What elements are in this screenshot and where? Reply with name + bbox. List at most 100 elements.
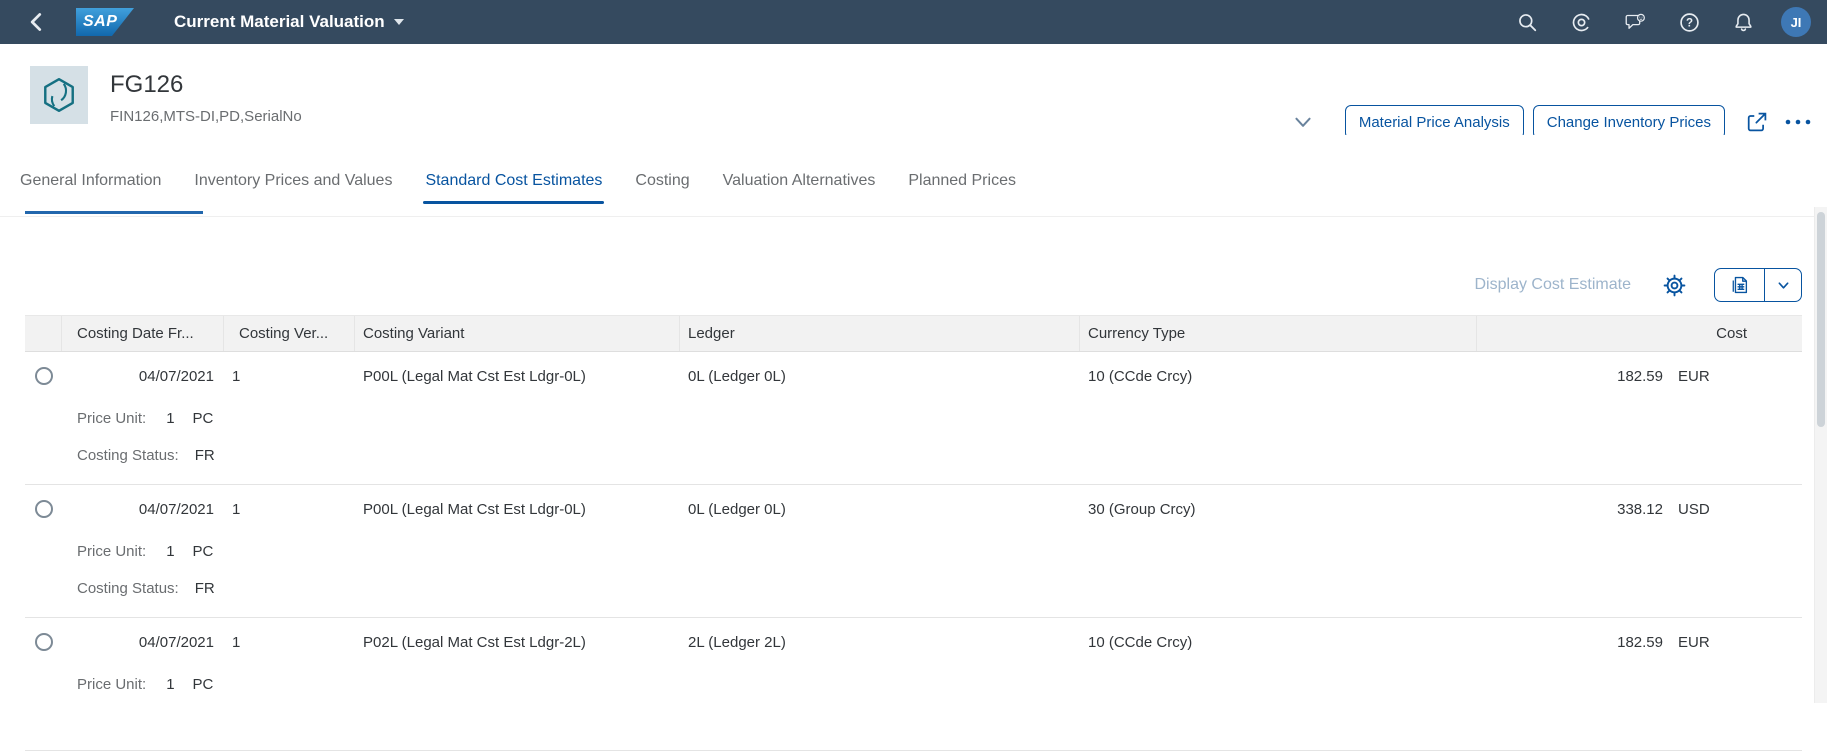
feedback-icon[interactable] (1625, 12, 1646, 33)
tab-costing[interactable]: Costing (635, 172, 689, 204)
costing-status-row: Costing Status: FR (25, 570, 1802, 607)
tab-underline-artifact (25, 211, 203, 214)
header-actions: Material Price Analysis Change Inventory… (1292, 105, 1813, 139)
ledger-cell: 0L (Ledger 0L) (688, 500, 786, 518)
costing-status-value: FR (194, 447, 215, 464)
page-subtitle: FIN126,MTS-DI,PD,SerialNo (110, 108, 302, 125)
table-row-main: 04/07/2021 1 P00L (Legal Mat Cst Est Ldg… (25, 352, 1802, 400)
table-row: 04/07/2021 1 P02L (Legal Mat Cst Est Ldg… (25, 618, 1802, 751)
page-title: FG126 (110, 71, 184, 98)
column-header-costing-variant[interactable]: Costing Variant (355, 316, 680, 351)
chevron-down-icon (393, 19, 404, 25)
price-unit-label: Price Unit: (77, 543, 147, 560)
material-product-icon (30, 66, 88, 124)
price-unit-value: 1 (166, 676, 175, 693)
shell-actions: ? JI (1517, 7, 1811, 37)
costing-version-cell: 1 (232, 633, 241, 651)
scrollbar[interactable] (1814, 207, 1827, 703)
object-page-header: FG126 FIN126,MTS-DI,PD,SerialNo Material… (0, 44, 1827, 139)
avatar[interactable]: JI (1781, 7, 1811, 37)
row-select-radio[interactable] (34, 367, 53, 385)
tab-planned-prices[interactable]: Planned Prices (908, 172, 1016, 204)
shell-bar: SAP Current Material Valuation ? JI (0, 0, 1827, 44)
content-divider (0, 216, 1827, 217)
costing-variant-cell: P00L (Legal Mat Cst Est Ldgr-0L) (363, 367, 586, 385)
table-row: 04/07/2021 1 P00L (Legal Mat Cst Est Ldg… (25, 352, 1802, 485)
table-settings-gear-icon[interactable] (1661, 272, 1688, 299)
table-row-main: 04/07/2021 1 P00L (Legal Mat Cst Est Ldg… (25, 485, 1802, 533)
costing-variant-cell: P00L (Legal Mat Cst Est Ldgr-0L) (363, 500, 586, 518)
costing-date-cell: 04/07/2021 (138, 633, 214, 651)
price-unit-row: Price Unit: 1 PC (25, 400, 1802, 437)
share-icon[interactable] (1745, 110, 1769, 134)
material-price-analysis-button[interactable]: Material Price Analysis (1344, 105, 1524, 139)
tab-valuation-alternatives[interactable]: Valuation Alternatives (723, 172, 876, 204)
price-unit-value: 1 (166, 410, 175, 427)
search-icon[interactable] (1517, 12, 1538, 33)
cost-estimates-table: Costing Date Fr... Costing Ver... Costin… (25, 315, 1802, 751)
currency-type-cell: 10 (CCde Crcy) (1088, 367, 1193, 385)
costing-status-label: Costing Status: (77, 580, 179, 597)
table-row-main: 04/07/2021 1 P02L (Legal Mat Cst Est Ldg… (25, 618, 1802, 666)
ledger-cell: 2L (Ledger 2L) (688, 633, 786, 651)
column-header-cost[interactable]: Cost (1477, 316, 1802, 351)
table-header-row: Costing Date Fr... Costing Ver... Costin… (25, 315, 1802, 352)
costing-status-value: FR (194, 580, 215, 597)
change-inventory-prices-button[interactable]: Change Inventory Prices (1532, 105, 1725, 139)
currency-cell: EUR (1678, 367, 1710, 385)
sap-logo[interactable]: SAP (76, 8, 134, 36)
help-icon[interactable]: ? (1679, 12, 1700, 33)
column-header-costing-date[interactable]: Costing Date Fr... (62, 316, 224, 351)
export-menu-chevron-icon[interactable] (1765, 269, 1801, 301)
help-glyph: ? (1686, 17, 1693, 29)
copilot-icon[interactable] (1571, 12, 1592, 33)
costing-date-cell: 04/07/2021 (138, 500, 214, 518)
costing-date-cell: 04/07/2021 (138, 367, 214, 385)
table-toolbar: Display Cost Estimate (1475, 266, 1802, 304)
column-header-costing-version[interactable]: Costing Ver... (224, 316, 355, 351)
cost-cell: 338.12 (1617, 500, 1663, 518)
sap-logo-text: SAP (83, 13, 118, 30)
costing-version-cell: 1 (232, 500, 241, 518)
costing-status-row (25, 703, 1802, 740)
ledger-cell: 0L (Ledger 0L) (688, 367, 786, 385)
column-header-currency-type[interactable]: Currency Type (1080, 316, 1477, 351)
app-title-menu[interactable]: Current Material Valuation (174, 12, 404, 32)
tab-standard-cost-estimates[interactable]: Standard Cost Estimates (423, 172, 605, 204)
row-select-radio[interactable] (34, 500, 53, 518)
price-unit-label: Price Unit: (77, 676, 147, 693)
collapse-header-icon[interactable] (1292, 111, 1314, 133)
currency-type-cell: 10 (CCde Crcy) (1088, 633, 1193, 651)
tab-general-information[interactable]: General Information (20, 172, 161, 204)
tab-bar: General Information Inventory Prices and… (0, 135, 1827, 204)
column-header-ledger[interactable]: Ledger (680, 316, 1080, 351)
tab-inventory-prices-and-values[interactable]: Inventory Prices and Values (194, 172, 392, 204)
currency-cell: USD (1678, 500, 1710, 518)
app-title: Current Material Valuation (174, 12, 385, 31)
currency-cell: EUR (1678, 633, 1710, 651)
price-unit-value: 1 (166, 543, 175, 560)
price-unit-uom: PC (192, 543, 214, 560)
cost-cell: 182.59 (1617, 367, 1663, 385)
row-select-radio[interactable] (34, 633, 53, 651)
overflow-menu-icon[interactable] (1783, 110, 1813, 134)
costing-variant-cell: P02L (Legal Mat Cst Est Ldgr-2L) (363, 633, 586, 651)
costing-status-label: Costing Status: (77, 447, 179, 464)
display-cost-estimate-button[interactable]: Display Cost Estimate (1475, 276, 1632, 294)
notifications-bell-icon[interactable] (1733, 12, 1754, 33)
price-unit-row: Price Unit: 1 PC (25, 666, 1802, 703)
price-unit-row: Price Unit: 1 PC (25, 533, 1802, 570)
avatar-initials: JI (1790, 14, 1802, 30)
column-header-select (25, 316, 62, 351)
price-unit-uom: PC (192, 676, 214, 693)
scrollbar-thumb[interactable] (1817, 212, 1825, 427)
costing-status-row: Costing Status: FR (25, 437, 1802, 474)
back-icon[interactable] (26, 11, 48, 33)
export-spreadsheet-icon[interactable] (1715, 269, 1765, 301)
costing-version-cell: 1 (232, 367, 241, 385)
price-unit-label: Price Unit: (77, 410, 147, 427)
cost-cell: 182.59 (1617, 633, 1663, 651)
currency-type-cell: 30 (Group Crcy) (1088, 500, 1196, 518)
price-unit-uom: PC (192, 410, 214, 427)
export-split-button (1714, 268, 1802, 302)
